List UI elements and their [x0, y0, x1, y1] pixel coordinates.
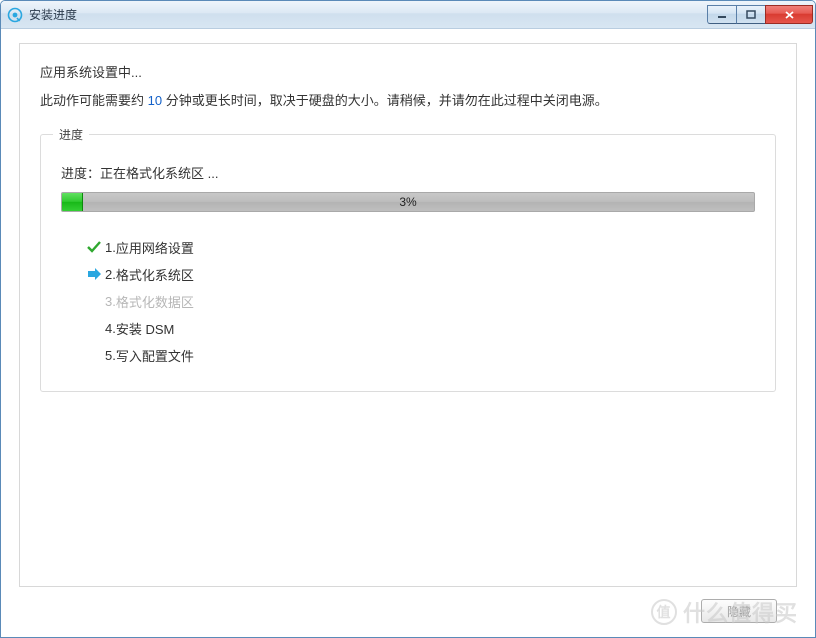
hide-button[interactable]: 隐藏	[701, 599, 777, 623]
status-description: 此动作可能需要约 10 分钟或更长时间，取决于硬盘的大小。请稍候，并请勿在此过程…	[40, 91, 776, 112]
desc-minutes: 10	[148, 93, 162, 108]
step-number: 2.	[105, 267, 116, 282]
step-number: 3.	[105, 294, 116, 309]
step-item: 2. 格式化系统区	[83, 261, 755, 288]
arrow-right-icon	[83, 266, 105, 282]
footer: 隐藏	[19, 587, 797, 623]
window-controls	[708, 5, 813, 24]
minimize-button[interactable]	[707, 5, 737, 24]
desc-post: 分钟或更长时间，取决于硬盘的大小。请稍候，并请勿在此过程中关闭电源。	[162, 93, 608, 108]
titlebar: 安装进度	[1, 1, 815, 29]
installer-window: 安装进度 应用系统设置中... 此动作可能需要约 10 分钟或更长时间，取决于硬…	[0, 0, 816, 638]
window-title: 安装进度	[29, 6, 708, 23]
step-label: 格式化系统区	[116, 265, 194, 284]
progress-legend: 进度	[53, 126, 89, 143]
check-icon	[83, 239, 105, 255]
inner-panel: 应用系统设置中... 此动作可能需要约 10 分钟或更长时间，取决于硬盘的大小。…	[19, 43, 797, 587]
app-icon	[7, 7, 23, 23]
content-area: 应用系统设置中... 此动作可能需要约 10 分钟或更长时间，取决于硬盘的大小。…	[1, 29, 815, 637]
maximize-button[interactable]	[736, 5, 766, 24]
close-button[interactable]	[765, 5, 813, 24]
step-item: 5. 写入配置文件	[83, 342, 755, 369]
status-text: 正在格式化系统区 ...	[100, 166, 218, 181]
step-label: 安装 DSM	[116, 319, 175, 338]
step-number: 5.	[105, 348, 116, 363]
progress-panel: 进度 进度：正在格式化系统区 ... 3% 1. 应用网络设置2. 格式化系统区…	[40, 134, 776, 392]
step-number: 4.	[105, 321, 116, 336]
status-prefix: 进度：	[61, 166, 100, 181]
progress-bar: 3%	[61, 192, 755, 212]
step-label: 写入配置文件	[116, 346, 194, 365]
steps-list: 1. 应用网络设置2. 格式化系统区3. 格式化数据区4. 安装 DSM5. 写…	[61, 234, 755, 369]
status-heading: 应用系统设置中...	[40, 62, 776, 81]
progress-percent-label: 3%	[62, 193, 754, 211]
step-item: 4. 安装 DSM	[83, 315, 755, 342]
step-label: 应用网络设置	[116, 238, 194, 257]
step-item: 3. 格式化数据区	[83, 288, 755, 315]
step-item: 1. 应用网络设置	[83, 234, 755, 261]
step-label: 格式化数据区	[116, 292, 194, 311]
progress-status: 进度：正在格式化系统区 ...	[61, 163, 755, 182]
step-number: 1.	[105, 240, 116, 255]
desc-pre: 此动作可能需要约	[40, 93, 148, 108]
